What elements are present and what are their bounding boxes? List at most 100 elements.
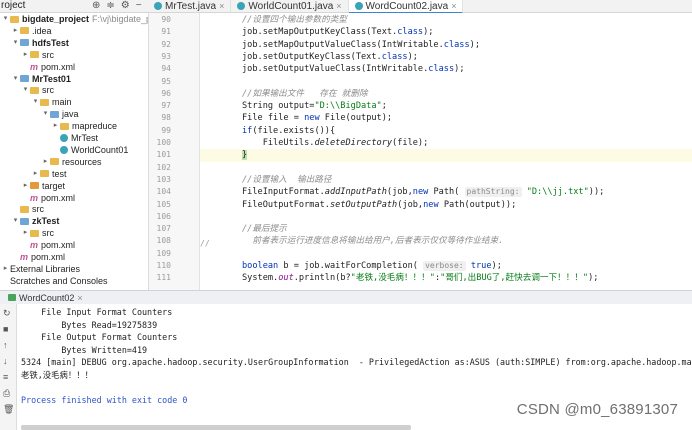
chevron-right-icon[interactable]: ▸ (51, 120, 60, 132)
code-token: "D:\\jj.txt" (526, 187, 589, 198)
tree-item-label: mapreduce (72, 121, 118, 132)
tree-item[interactable]: ▸ src (0, 49, 54, 61)
tree-item[interactable]: m pom.xml (0, 251, 65, 263)
tree-item[interactable]: WorldCount01 (0, 144, 128, 156)
tree-item[interactable]: src (0, 203, 44, 215)
code-token: job.setMapOutputValueClass(IntWritable. (242, 39, 444, 50)
print-icon[interactable]: ⎙ (3, 388, 10, 399)
code-token: Path( (428, 187, 465, 198)
tab-mrtest[interactable]: MrTest.java × (148, 0, 232, 12)
console-line: File Input Format Counters (21, 307, 173, 317)
scroll-down-icon[interactable]: ↓ (3, 356, 8, 366)
tree-item[interactable]: ▸ mapreduce (0, 120, 117, 132)
chevron-down-icon[interactable]: ▾ (41, 108, 50, 120)
chevron-right-icon[interactable]: ▸ (21, 49, 30, 61)
tree-item[interactable]: m pom.xml (0, 192, 75, 204)
code-editor[interactable]: // //设置四个输出参数的类型 job.setMapOutputKeyClass… (200, 13, 692, 290)
tree-item[interactable]: ▸ resources (0, 156, 102, 168)
tree-item[interactable]: ▾ main (0, 96, 72, 108)
tree-item[interactable]: m pom.xml (0, 61, 75, 73)
chevron-down-icon[interactable]: ▾ (11, 37, 20, 49)
tree-item-label: hdfsTest (32, 37, 69, 48)
project-view-dropdown[interactable]: roject (0, 0, 25, 12)
chevron-down-icon[interactable]: ▾ (11, 73, 20, 85)
tree-item[interactable]: ▾ MrTest01 (0, 73, 71, 85)
tree-item-label: pom.xml (41, 61, 76, 72)
folder-icon (30, 86, 39, 94)
code-token: setOutputPath (329, 199, 398, 210)
code-token: FileUtils. (242, 138, 315, 148)
code-token: ); (407, 51, 418, 62)
code-token: job.setMapOutputKeyClass(Text. (242, 27, 398, 38)
target-icon[interactable]: ⊕ (92, 0, 100, 12)
tree-item[interactable]: MrTest (0, 132, 98, 144)
code-token: "D:\\BigData" (314, 101, 382, 112)
code-line: System.out.println(b?"老铁,没毛病！！！":"哥们,出BU… (242, 272, 598, 284)
wrap-icon[interactable]: ≡ (3, 372, 8, 382)
tree-item[interactable]: ▸ target (0, 180, 65, 192)
chevron-down-icon[interactable]: ▾ (1, 13, 10, 25)
run-tab[interactable]: WordCount02 × (8, 291, 83, 304)
settings-icon[interactable]: ⚙ (121, 0, 130, 12)
tree-item[interactable]: Scratches and Consoles (0, 275, 108, 287)
code-token: 前者表示运行进度信息将输出给用户,后者表示仅仅等待作业结束. (242, 236, 504, 247)
close-icon[interactable]: × (451, 1, 456, 12)
line-number: 99 (161, 125, 171, 135)
folder-icon (50, 158, 59, 166)
folder-icon (20, 75, 29, 82)
folder-icon (20, 205, 29, 213)
tree-item[interactable]: ▸ test (0, 168, 67, 180)
folder-icon (20, 39, 29, 47)
code-token: deleteDirectory (314, 138, 393, 148)
code-token: ; (381, 101, 387, 112)
tree-item[interactable]: ▾ bigdate_projectF:\vj\bigdate_project (0, 13, 148, 25)
close-icon[interactable]: × (77, 292, 82, 304)
delete-icon[interactable]: 🗑 (3, 404, 14, 415)
chevron-down-icon[interactable]: ▾ (11, 215, 20, 227)
code-line: //最后提示 (242, 223, 287, 235)
java-class-icon (237, 2, 246, 10)
code-token: addInputPath (324, 187, 387, 198)
line-number: 92 (161, 39, 171, 49)
line-number: 110 (156, 261, 171, 270)
code-token: String output= (242, 101, 315, 112)
tab-wordcount02[interactable]: WordCount02.java × (348, 0, 464, 14)
tree-item[interactable]: ▾ zkTest (0, 215, 60, 227)
tab-worldcount01[interactable]: WorldCount01.java × (231, 0, 349, 12)
tree-item[interactable]: ▸ External Libraries (0, 263, 80, 275)
code-token: Path(output)); (438, 199, 517, 210)
code-token: (job, (386, 187, 413, 198)
tree-item[interactable]: ▾ java (0, 108, 79, 120)
chevron-down-icon[interactable]: ▾ (21, 84, 30, 96)
chevron-right-icon[interactable]: ▸ (11, 25, 20, 37)
stop-icon[interactable]: ■ (3, 324, 8, 334)
scroll-up-icon[interactable]: ↑ (3, 340, 8, 350)
close-icon[interactable]: × (336, 1, 341, 12)
code-token: //设置四个输出参数的类型 (242, 15, 347, 25)
chevron-right-icon[interactable]: ▸ (1, 263, 10, 275)
line-number: 91 (161, 27, 171, 37)
chevron-down-icon[interactable]: ▾ (31, 96, 40, 108)
collapse-icon[interactable]: ≑ (106, 0, 114, 12)
tree-item[interactable]: ▾ src (0, 84, 54, 96)
chevron-right-icon[interactable]: ▸ (31, 168, 40, 180)
chevron-right-icon[interactable]: ▸ (21, 180, 30, 192)
horizontal-scrollbar[interactable] (21, 425, 411, 430)
tree-item[interactable]: m pom.xml (0, 239, 75, 251)
chevron-right-icon[interactable]: ▸ (41, 156, 50, 168)
line-number: 108 (156, 236, 171, 246)
close-icon[interactable]: × (219, 1, 224, 12)
tree-item-label: target (42, 180, 66, 191)
code-token: //设置输入 输出路径 (242, 174, 332, 185)
code-token: new (423, 199, 439, 210)
side-comment-marker: // (200, 239, 210, 248)
tree-item-label: MrTest (71, 133, 98, 143)
code-token: boolean (242, 261, 279, 271)
tree-item[interactable]: ▾ hdfsTest (0, 37, 69, 49)
chevron-right-icon[interactable]: ▸ (21, 227, 30, 239)
rerun-icon[interactable]: ↻ (3, 308, 11, 319)
tree-item[interactable]: ▸ src (0, 227, 54, 239)
minimize-icon[interactable]: − (136, 0, 142, 12)
toolbar-icons: ⊕ ≑ ⚙ − (92, 0, 142, 12)
tree-item[interactable]: ▸ .idea (0, 25, 52, 37)
